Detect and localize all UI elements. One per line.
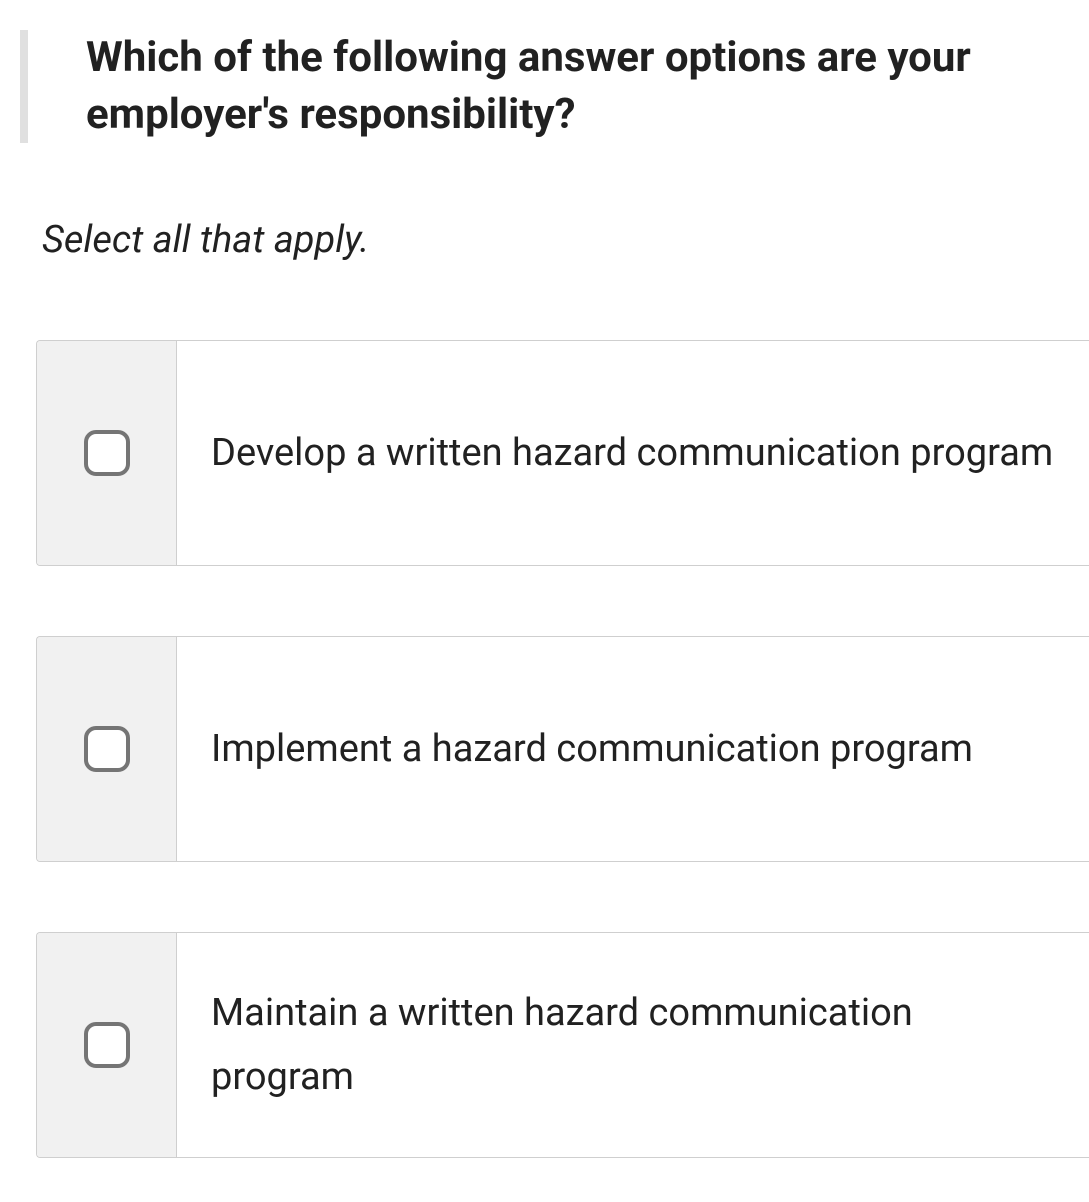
checkbox-icon[interactable] [84, 430, 130, 476]
option-label-cell: Maintain a written hazard communication … [177, 933, 1089, 1157]
checkbox-cell [37, 637, 177, 861]
question-block: Which of the following answer options ar… [20, 30, 1089, 143]
option-label: Maintain a written hazard communication … [211, 981, 1055, 1110]
option-label-cell: Implement a hazard communication program [177, 637, 1089, 861]
options-list: Develop a written hazard communication p… [36, 340, 1089, 1158]
checkbox-icon[interactable] [84, 726, 130, 772]
option-label: Develop a written hazard communication p… [211, 421, 1053, 486]
option-label: Implement a hazard communication program [211, 717, 973, 782]
option-row[interactable]: Maintain a written hazard communication … [36, 932, 1089, 1158]
checkbox-cell [37, 933, 177, 1157]
checkbox-icon[interactable] [84, 1022, 130, 1068]
question-text: Which of the following answer options ar… [86, 30, 1049, 143]
checkbox-cell [37, 341, 177, 565]
option-label-cell: Develop a written hazard communication p… [177, 341, 1089, 565]
option-row[interactable]: Implement a hazard communication program [36, 636, 1089, 862]
instruction-text: Select all that apply. [42, 218, 1089, 262]
option-row[interactable]: Develop a written hazard communication p… [36, 340, 1089, 566]
